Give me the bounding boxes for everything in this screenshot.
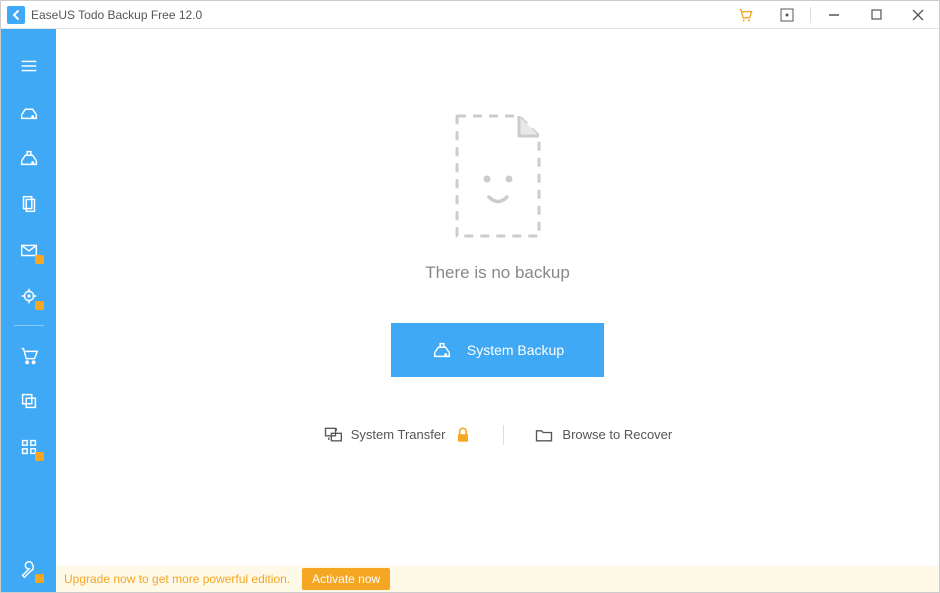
- system-disk-icon: [18, 147, 40, 169]
- minimize-button[interactable]: [813, 1, 855, 28]
- system-transfer-label: System Transfer: [351, 427, 446, 442]
- upgrade-message: Upgrade now to get more powerful edition…: [64, 572, 290, 586]
- maximize-button[interactable]: [855, 1, 897, 28]
- titlebar-separator: [810, 7, 811, 23]
- browse-recover-button[interactable]: Browse to Recover: [534, 425, 672, 445]
- buy-button[interactable]: [1, 332, 56, 378]
- upgrade-bar: Upgrade now to get more powerful edition…: [56, 566, 939, 592]
- close-button[interactable]: [897, 1, 939, 28]
- disk-backup-button[interactable]: [1, 89, 56, 135]
- lock-indicator: [35, 452, 44, 461]
- app-logo: [7, 6, 25, 24]
- browse-recover-label: Browse to Recover: [562, 427, 672, 442]
- sidebar-divider: [14, 325, 44, 326]
- titlebar: EaseUS Todo Backup Free 12.0: [1, 1, 939, 29]
- main-panel: There is no backup System Backup System …: [56, 29, 939, 592]
- smart-backup-button[interactable]: [1, 273, 56, 319]
- cart-icon: [18, 344, 40, 366]
- file-icon: [18, 193, 40, 215]
- secondary-actions: System Transfer Browse to Recover: [323, 425, 672, 445]
- file-backup-button[interactable]: [1, 181, 56, 227]
- settings-button[interactable]: [1, 546, 56, 592]
- folder-icon: [534, 425, 554, 445]
- transfer-icon: [323, 425, 343, 445]
- lock-indicator: [35, 255, 44, 264]
- system-disk-icon: [431, 339, 453, 361]
- menu-button[interactable]: [1, 43, 56, 89]
- minimize-icon: [828, 9, 840, 21]
- primary-button-label: System Backup: [467, 342, 564, 358]
- app-title: EaseUS Todo Backup Free 12.0: [31, 8, 724, 22]
- titlebar-controls: [724, 1, 939, 28]
- activate-button[interactable]: Activate now: [302, 568, 390, 590]
- cart-button[interactable]: [724, 1, 766, 28]
- sidebar: [1, 29, 56, 592]
- close-icon: [912, 9, 924, 21]
- lock-indicator: [35, 301, 44, 310]
- cart-icon: [737, 7, 753, 23]
- document-smile-icon: [449, 111, 547, 241]
- disk-icon: [18, 101, 40, 123]
- options-button[interactable]: [766, 1, 808, 28]
- system-backup-primary-button[interactable]: System Backup: [391, 323, 604, 377]
- clone-button[interactable]: [1, 378, 56, 424]
- mail-backup-button[interactable]: [1, 227, 56, 273]
- system-backup-button[interactable]: [1, 135, 56, 181]
- box-dot-icon: [780, 8, 794, 22]
- lock-indicator: [35, 574, 44, 583]
- lock-icon: [453, 425, 473, 445]
- menu-icon: [18, 55, 40, 77]
- clone-icon: [18, 390, 40, 412]
- separator: [503, 425, 504, 445]
- system-transfer-button[interactable]: System Transfer: [323, 425, 474, 445]
- empty-label: There is no backup: [425, 263, 570, 283]
- empty-state: There is no backup System Backup System …: [56, 29, 939, 566]
- maximize-icon: [871, 9, 882, 20]
- tools-button[interactable]: [1, 424, 56, 470]
